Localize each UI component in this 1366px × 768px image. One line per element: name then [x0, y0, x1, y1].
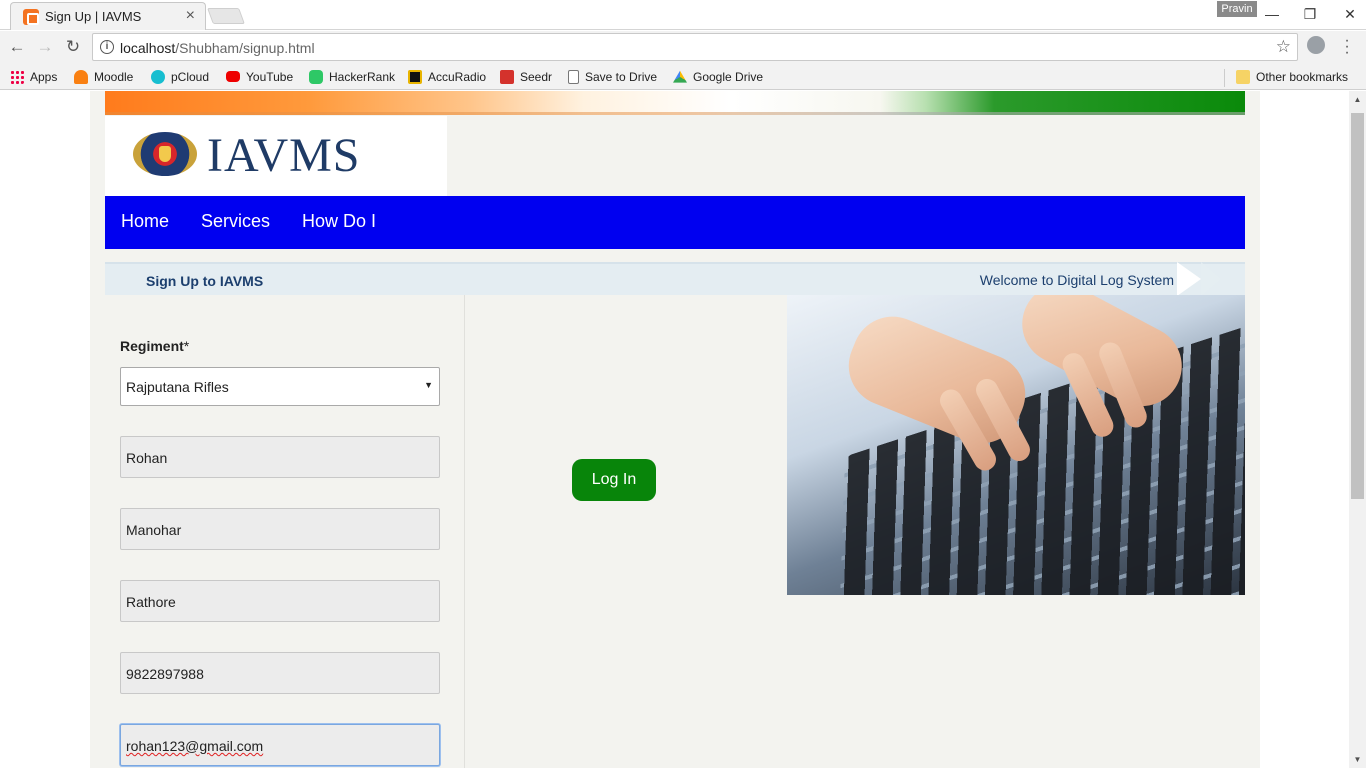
folder-icon	[1236, 70, 1250, 84]
email-field[interactable]: rohan123@gmail.com	[120, 724, 440, 766]
bookmark-label: Seedr	[520, 70, 553, 84]
bookmark-seedr[interactable]: Seedr	[500, 68, 552, 86]
forward-icon[interactable]: →	[34, 36, 56, 58]
bookmark-label: Save to Drive	[585, 70, 658, 84]
bookmark-label: AccuRadio	[428, 70, 487, 84]
middle-name-value: Manohar	[126, 522, 182, 538]
nav-home[interactable]: Home	[121, 211, 169, 232]
reload-icon[interactable]: ↻	[62, 36, 84, 58]
typing-hands-photo	[787, 295, 1245, 595]
xampp-favicon-icon	[23, 9, 39, 25]
bookmarks-bar: Apps Moodle pCloud YouTube HackerRank Ac…	[0, 64, 1366, 90]
login-button[interactable]: Log In	[572, 459, 656, 501]
regiment-select[interactable]: Rajputana Rifles ▼	[120, 367, 440, 406]
restore-icon[interactable]: ❐	[1298, 4, 1322, 24]
email-value: rohan123@gmail.com	[126, 738, 263, 754]
scrollbar-thumb[interactable]	[1351, 113, 1364, 499]
email-value-text: rohan123@gmail.com	[126, 738, 264, 754]
tab-close-icon[interactable]: ×	[186, 7, 195, 25]
hackerrank-icon	[309, 70, 323, 84]
bookmark-label: Google Drive	[693, 70, 764, 84]
bookmark-moodle[interactable]: Moodle	[74, 68, 133, 86]
tab-title: Sign Up | IAVMS	[45, 9, 142, 24]
title-bar: Sign Up | IAVMS × Pravin — ❐ ✕	[0, 0, 1366, 30]
apps-grid-icon	[10, 70, 24, 84]
required-mark: *	[183, 338, 190, 354]
address-bar[interactable]: i localhost/Shubham/signup.html ☆	[92, 33, 1298, 61]
first-name-field[interactable]: Rohan	[120, 436, 440, 478]
page-viewport: IAVMS Home Services How Do I Sign Up to …	[0, 91, 1349, 768]
bookmark-hackerrank[interactable]: HackerRank	[309, 68, 395, 86]
page-container: IAVMS Home Services How Do I Sign Up to …	[90, 91, 1260, 768]
site-logo[interactable]: IAVMS	[105, 116, 447, 196]
new-tab-button[interactable]	[207, 8, 245, 24]
last-name-value: Rathore	[126, 594, 176, 610]
bookmark-label: Moodle	[94, 70, 134, 84]
browser-toolbar: ← → ↻ i localhost/Shubham/signup.html ☆	[0, 31, 1366, 64]
bookmark-label: Apps	[30, 70, 58, 84]
browser-tab[interactable]: Sign Up | IAVMS ×	[10, 2, 206, 30]
tricolor-banner	[105, 91, 1245, 115]
bookmark-apps[interactable]: Apps	[10, 68, 57, 86]
signup-form: Regiment* Rajputana Rifles ▼ Rohan Manoh…	[105, 295, 465, 768]
menu-icon[interactable]: · · ·	[1342, 33, 1352, 61]
chevron-right-icon	[1201, 262, 1221, 296]
moodle-icon	[74, 70, 88, 84]
back-icon[interactable]: ←	[6, 36, 28, 58]
close-window-icon[interactable]: ✕	[1338, 4, 1362, 24]
scroll-up-icon[interactable]: ▲	[1349, 91, 1366, 108]
bookmark-other[interactable]: Other bookmarks	[1236, 68, 1348, 86]
bookmark-google-drive[interactable]: Google Drive	[673, 68, 763, 86]
info-icon[interactable]: i	[100, 40, 114, 54]
url-path: /Shubham/signup.html	[175, 40, 315, 56]
bookmark-label: Other bookmarks	[1256, 70, 1349, 84]
scroll-down-icon[interactable]: ▼	[1349, 751, 1366, 768]
bookmark-separator	[1224, 69, 1225, 87]
phone-value: 9822897988	[126, 666, 204, 682]
last-name-field[interactable]: Rathore	[120, 580, 440, 622]
first-name-value: Rohan	[126, 450, 168, 466]
url-host: localhost	[120, 40, 176, 56]
bookmark-label: YouTube	[246, 70, 294, 84]
seedr-icon	[500, 70, 514, 84]
star-icon[interactable]: ☆	[1276, 37, 1291, 57]
regiment-label: Regiment*	[120, 338, 189, 354]
page-title: Sign Up to IAVMS	[146, 273, 264, 289]
regiment-value: Rajputana Rifles	[126, 379, 229, 395]
middle-name-field[interactable]: Manohar	[120, 508, 440, 550]
welcome-text: Welcome to Digital Log System	[979, 272, 1174, 288]
phone-field[interactable]: 9822897988	[120, 652, 440, 694]
bookmark-accuradio[interactable]: AccuRadio	[408, 68, 486, 86]
youtube-icon	[226, 71, 240, 82]
vertical-scrollbar[interactable]: ▲ ▼	[1349, 91, 1366, 768]
pcloud-icon	[151, 70, 165, 84]
accuradio-icon	[408, 70, 422, 84]
bookmark-youtube[interactable]: YouTube	[226, 68, 293, 86]
url-text: localhost/Shubham/signup.html	[120, 40, 315, 56]
page-icon	[568, 70, 579, 84]
dropdown-arrow-icon: ▼	[424, 380, 433, 390]
minimize-icon[interactable]: —	[1260, 4, 1284, 24]
nav-services[interactable]: Services	[201, 211, 270, 232]
bookmark-pcloud[interactable]: pCloud	[151, 68, 209, 86]
bookmark-label: HackerRank	[329, 70, 396, 84]
extension-icon[interactable]	[1307, 36, 1325, 54]
army-emblem-icon	[133, 132, 197, 176]
bookmark-label: pCloud	[171, 70, 210, 84]
bookmark-save-to-drive[interactable]: Save to Drive	[568, 68, 657, 86]
profile-badge[interactable]: Pravin	[1217, 1, 1257, 17]
nav-how-do-i[interactable]: How Do I	[302, 211, 376, 232]
breadcrumb-bar: Sign Up to IAVMS Welcome to Digital Log …	[105, 262, 1245, 296]
regiment-label-text: Regiment	[120, 338, 184, 354]
google-drive-icon	[673, 70, 687, 83]
main-nav: Home Services How Do I	[105, 196, 1245, 249]
logo-text: IAVMS	[207, 129, 361, 182]
chevron-right-icon	[1177, 262, 1201, 296]
